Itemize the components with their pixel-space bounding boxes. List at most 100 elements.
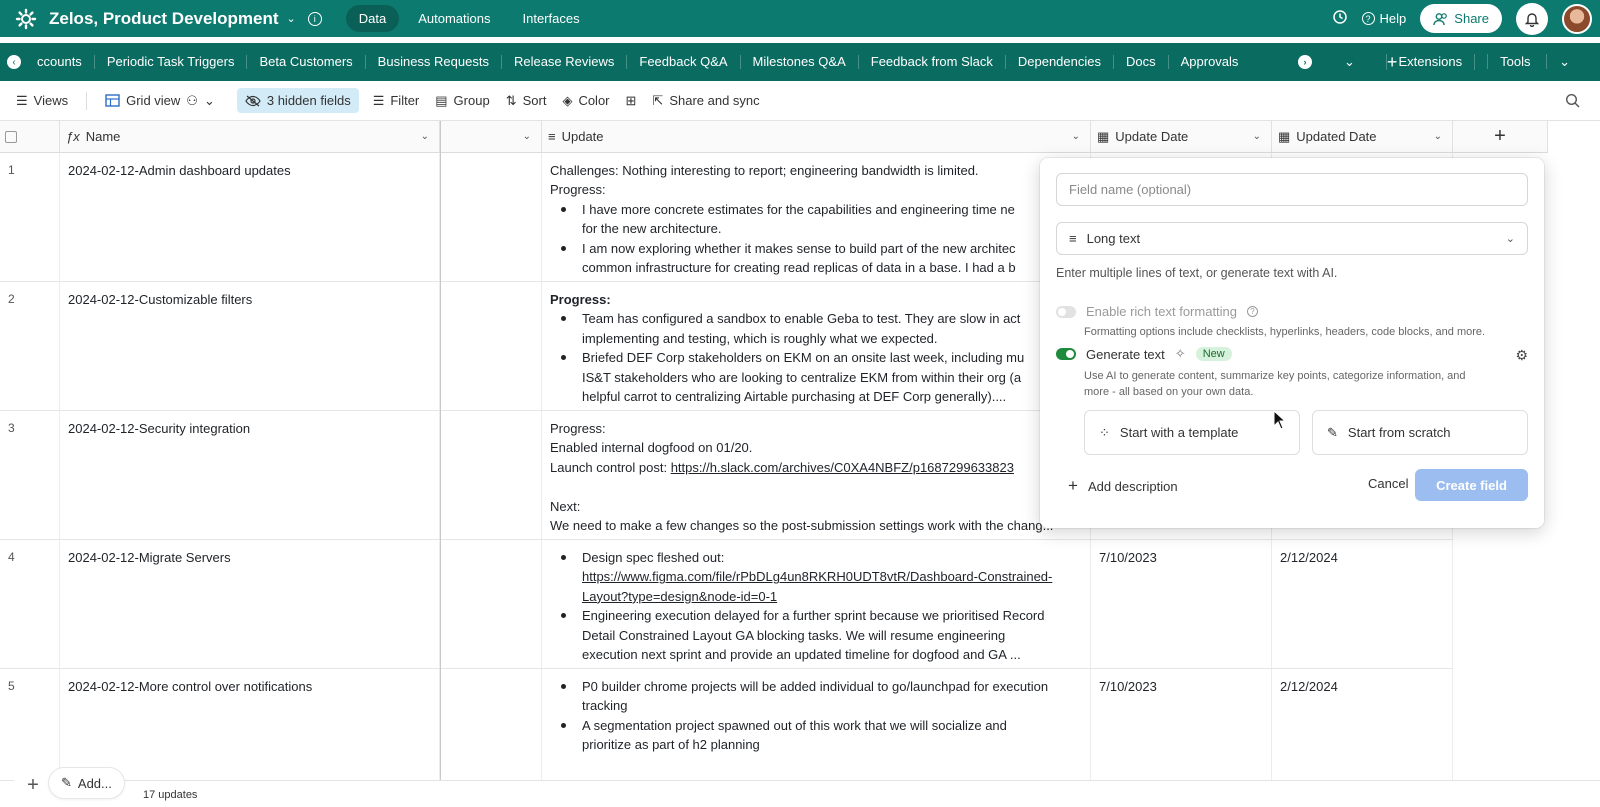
row-height-icon: ⊞ bbox=[625, 92, 637, 108]
updated-date-cell[interactable]: 2/12/2024 bbox=[1272, 669, 1453, 797]
name-column-header[interactable]: ƒx Name ⌄ bbox=[60, 121, 440, 153]
table-row[interactable]: 5 2024-02-12-More control over notificat… bbox=[0, 669, 1453, 798]
figma-link[interactable]: Layout?type=design&node-id=0-1 bbox=[582, 589, 777, 604]
bullet-text: IS&T stakeholders who are looking to cen… bbox=[582, 369, 1022, 385]
history-icon[interactable] bbox=[1332, 9, 1348, 28]
grid-view-button[interactable]: Grid view ⚇ ⌄ bbox=[97, 88, 223, 114]
chevron-down-icon[interactable]: ⌄ bbox=[1344, 54, 1355, 70]
hidden-cell[interactable] bbox=[440, 540, 542, 668]
grid-view-label: Grid view bbox=[126, 93, 181, 108]
add-record-plus-button[interactable]: + bbox=[14, 770, 52, 800]
field-type-select[interactable]: ≡ Long text ⌄ bbox=[1056, 222, 1528, 255]
tab-feedback-from-slack[interactable]: Feedback from Slack bbox=[859, 55, 1006, 69]
add-description-button[interactable]: + Add description bbox=[1068, 476, 1178, 496]
chevron-down-icon[interactable]: ⌄ bbox=[1072, 131, 1080, 142]
scroll-left-icon[interactable]: ‹ bbox=[7, 55, 21, 69]
name-cell[interactable]: 2024-02-12-Customizable filters bbox=[60, 282, 440, 410]
bullet-text: tracking bbox=[582, 698, 628, 714]
hidden-fields-button[interactable]: 3 hidden fields bbox=[236, 88, 359, 113]
sort-button[interactable]: ⇅ Sort bbox=[498, 88, 555, 114]
extensions-button[interactable]: Extensions bbox=[1385, 54, 1475, 70]
generate-text-toggle[interactable] bbox=[1056, 348, 1076, 360]
chevron-down-icon[interactable]: ⌄ bbox=[1434, 131, 1442, 142]
update-cell[interactable]: Progress: Enabled internal dogfood on 01… bbox=[542, 411, 1091, 539]
add-record-button[interactable]: ✎ Add... bbox=[48, 767, 125, 799]
share-button[interactable]: Share bbox=[1420, 4, 1502, 33]
share-sync-button[interactable]: ⇱ Share and sync bbox=[644, 88, 767, 114]
slack-link[interactable]: https://h.slack.com/archives/C0XA4NBFZ/p… bbox=[671, 460, 1014, 475]
hidden-cell[interactable] bbox=[440, 669, 542, 797]
views-label: Views bbox=[33, 93, 69, 108]
tab-periodic-task-triggers[interactable]: Periodic Task Triggers bbox=[95, 55, 248, 69]
rich-text-description: Formatting options include checklists, h… bbox=[1084, 326, 1486, 338]
updated-date-cell[interactable]: 2/12/2024 bbox=[1272, 540, 1453, 668]
avatar[interactable] bbox=[1562, 3, 1592, 34]
name-cell[interactable]: 2024-02-12-Admin dashboard updates bbox=[60, 153, 440, 281]
tab-milestones-qa[interactable]: Milestones Q&A bbox=[741, 55, 859, 69]
updated-date-column-header[interactable]: ▦ Updated Date ⌄ bbox=[1272, 121, 1453, 153]
figma-link[interactable]: https://www.figma.com/file/rPbDLg4un8RKR… bbox=[582, 569, 1052, 584]
row-height-button[interactable]: ⊞ bbox=[618, 88, 645, 114]
update-line: Enabled internal dogfood on 01/20. bbox=[550, 440, 753, 456]
tab-release-reviews[interactable]: Release Reviews bbox=[502, 55, 628, 69]
hidden-cell[interactable] bbox=[440, 411, 542, 539]
frozen-column-divider[interactable] bbox=[440, 121, 441, 807]
update-date-cell[interactable]: 7/10/2023 bbox=[1091, 669, 1272, 797]
bullet-text: helpful carrot to centralizing Airtable … bbox=[582, 389, 1007, 405]
update-cell[interactable]: Challenges: Nothing interesting to repor… bbox=[542, 153, 1091, 281]
bell-icon[interactable] bbox=[1516, 2, 1548, 35]
cancel-button[interactable]: Cancel bbox=[1368, 476, 1408, 491]
chevron-down-icon[interactable]: ⌄ bbox=[287, 12, 296, 25]
more-tables-icon[interactable]: › bbox=[1298, 55, 1312, 69]
filter-button[interactable]: ☰ Filter bbox=[365, 88, 428, 114]
update-column-header[interactable]: ≡ Update ⌄ bbox=[542, 121, 1091, 153]
hidden-cell[interactable] bbox=[440, 153, 542, 281]
name-cell[interactable]: 2024-02-12-Migrate Servers bbox=[60, 540, 440, 668]
tab-beta-customers[interactable]: Beta Customers bbox=[247, 55, 366, 69]
base-logo-icon[interactable] bbox=[14, 7, 38, 31]
update-cell[interactable]: Design spec fleshed out: https://www.figm… bbox=[542, 540, 1091, 668]
name-cell[interactable]: 2024-02-12-Security integration bbox=[60, 411, 440, 539]
help-button[interactable]: ? Help bbox=[1361, 11, 1407, 26]
help-label: Help bbox=[1379, 11, 1407, 26]
nav-data[interactable]: Data bbox=[345, 5, 400, 32]
start-from-scratch-button[interactable]: ✎ Start from scratch bbox=[1312, 410, 1528, 455]
tab-feedback-qa[interactable]: Feedback Q&A bbox=[627, 55, 741, 69]
chevron-down-icon[interactable]: ⌄ bbox=[421, 131, 429, 142]
chevron-down-icon[interactable]: ⌄ bbox=[1253, 131, 1261, 142]
views-button[interactable]: ☰ Views bbox=[8, 88, 76, 114]
field-name-input[interactable] bbox=[1056, 173, 1528, 206]
gear-icon[interactable]: ⚙ bbox=[1515, 347, 1528, 364]
update-date-cell[interactable]: 7/10/2023 bbox=[1091, 540, 1272, 668]
tab-approvals[interactable]: Approvals bbox=[1169, 55, 1251, 69]
row-number: 2 bbox=[0, 282, 60, 410]
update-cell[interactable]: Progress: Team has configured a sandbox … bbox=[542, 282, 1091, 410]
table-row[interactable]: 4 2024-02-12-Migrate Servers Design spec… bbox=[0, 540, 1453, 669]
nav-automations[interactable]: Automations bbox=[405, 5, 503, 32]
tab-tools: › ⌄ + bbox=[1298, 52, 1397, 73]
tab-accounts[interactable]: ccounts bbox=[25, 55, 95, 69]
select-all-checkbox[interactable] bbox=[5, 130, 17, 143]
color-button[interactable]: ◈ Color bbox=[554, 88, 617, 114]
tab-dependencies[interactable]: Dependencies bbox=[1006, 55, 1114, 69]
hidden-cell[interactable] bbox=[440, 282, 542, 410]
update-date-column-header[interactable]: ▦ Update Date ⌄ bbox=[1091, 121, 1272, 153]
bullet-text: Detail Constrained Layout GA blocking ta… bbox=[582, 627, 1006, 643]
tab-docs[interactable]: Docs bbox=[1114, 55, 1169, 69]
start-with-template-button[interactable]: ⁘ Start with a template bbox=[1084, 410, 1300, 455]
nav-interfaces[interactable]: Interfaces bbox=[510, 5, 593, 32]
info-icon[interactable]: i bbox=[307, 11, 322, 26]
update-cell[interactable]: P0 builder chrome projects will be added… bbox=[542, 669, 1091, 797]
search-icon[interactable] bbox=[1557, 88, 1588, 113]
help-icon[interactable]: ? bbox=[1247, 306, 1259, 317]
tab-business-requests[interactable]: Business Requests bbox=[366, 55, 502, 69]
chevron-down-icon[interactable]: ⌄ bbox=[523, 131, 531, 142]
base-name[interactable]: Zelos, Product Development bbox=[49, 9, 279, 29]
create-field-button[interactable]: Create field bbox=[1415, 469, 1528, 501]
hidden-column-header[interactable]: ⌄ bbox=[440, 121, 542, 153]
group-button[interactable]: ▤ Group bbox=[427, 88, 497, 114]
add-field-button[interactable]: + bbox=[1453, 121, 1548, 153]
rich-text-toggle[interactable] bbox=[1056, 305, 1076, 318]
tools-button[interactable]: Tools ⌄ bbox=[1474, 54, 1594, 70]
update-bullet: Team has configured a sandbox to enable … bbox=[550, 309, 1082, 348]
